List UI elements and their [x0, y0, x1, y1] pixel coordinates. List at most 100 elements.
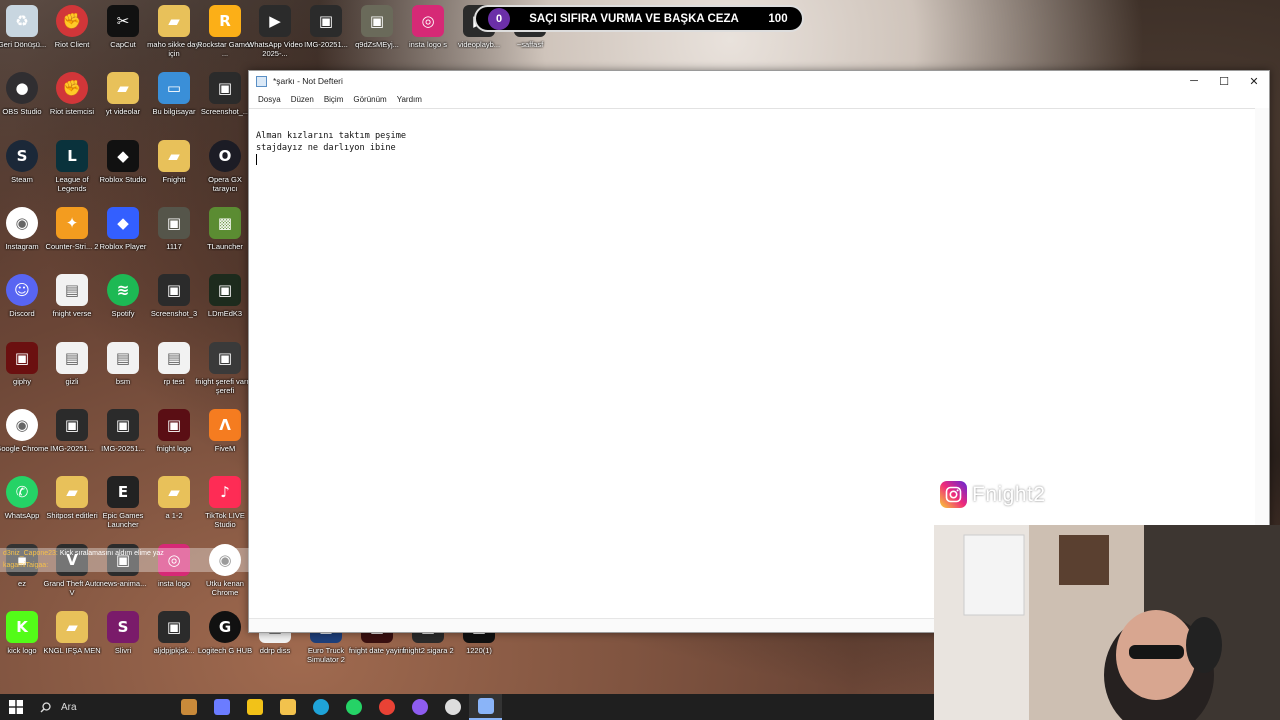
desktop-icon[interactable]: ▣ 1117 [148, 207, 200, 273]
desktop-icon[interactable]: ▶ WhatsApp Video 2025-... [247, 5, 303, 71]
notepad-titlebar[interactable]: *şarkı - Not Defteri ─ ☐ ✕ [249, 71, 1269, 91]
desktop-icon[interactable]: ▰ maho sikke dayi için [147, 5, 201, 71]
desktop-icon[interactable]: ◉ Google Chrome [0, 409, 48, 475]
kick-icon: K [6, 611, 38, 643]
desktop-icon[interactable]: ▣ fnight logo [148, 409, 200, 475]
computer-icon: ▭ [158, 72, 190, 104]
desktop-icon[interactable]: L League of Legends [46, 140, 98, 206]
desktop-icon[interactable]: ✂ CapCut [97, 5, 149, 71]
image-icon: ▣ [310, 5, 342, 37]
folder-icon: ▰ [107, 72, 139, 104]
start-button[interactable] [0, 694, 32, 720]
chrome-icon [378, 699, 395, 715]
chrome-icon: ◉ [6, 409, 38, 441]
desktop-icon[interactable]: ▣ q9dZsMEyj... [351, 5, 403, 71]
taskbar-app-button[interactable] [238, 694, 271, 720]
desktop-icon[interactable]: ▣ aljdpjpkjsk... [148, 611, 200, 677]
taskbar-app-button[interactable] [271, 694, 304, 720]
desktop-icon[interactable]: ▤ rp test [148, 342, 200, 408]
instagram-handle: Fnight2 [972, 482, 1046, 506]
desktop-icon[interactable]: ▣ Screenshot_3 [148, 274, 200, 340]
obs-icon [444, 699, 461, 715]
taskbar-app-button[interactable] [205, 694, 238, 720]
desktop-icon-label: Utku kenan Chrome [206, 579, 244, 597]
desktop-icon[interactable]: Λ FiveM [199, 409, 251, 475]
folder-icon: ▰ [158, 5, 190, 37]
minimize-button[interactable]: ─ [1179, 71, 1209, 91]
menu-file[interactable]: Dosya [253, 95, 286, 104]
desktop-icon[interactable]: ≋ Spotify [97, 274, 149, 340]
desktop-icon[interactable]: ▤ fnight verse [46, 274, 98, 340]
image-icon: ▣ [158, 274, 190, 306]
desktop-icon[interactable]: ● OBS Studio [0, 72, 48, 138]
maximize-button[interactable]: ☐ [1209, 71, 1239, 91]
taskbar-app-button[interactable] [370, 694, 403, 720]
taskbar-app-button[interactable] [403, 694, 436, 720]
menu-format[interactable]: Biçim [319, 95, 349, 104]
desktop-icon[interactable]: ✦ Counter-Stri... 2 [46, 207, 98, 273]
desktop-icon[interactable]: ☺ Discord [0, 274, 48, 340]
desktop-icon-label: TikTok LIVE Studio [205, 511, 245, 529]
text-line: stajdayız ne darlıyon ibine [256, 143, 396, 153]
desktop-icon[interactable]: ✊ Riot Client [46, 5, 98, 71]
desktop-icon[interactable]: ▣ fnight şerefi varmı şerefi [195, 342, 255, 408]
whatsapp-icon [345, 699, 362, 715]
lol-icon: L [56, 140, 88, 172]
desktop-icon[interactable]: ▰ Fnightt [148, 140, 200, 206]
desktop-icon[interactable]: R Rockstar Games ... [197, 5, 253, 71]
desktop-icon[interactable]: ◆ Roblox Studio [97, 140, 149, 206]
desktop-icon[interactable]: ♻ Geri Dönüşü... [0, 5, 48, 71]
desktop-icon[interactable]: ▤ bsm [97, 342, 149, 408]
desktop-icon[interactable]: ◉ Instagram [0, 207, 48, 273]
desktop-icon[interactable]: O Opera GX tarayıcı [199, 140, 251, 206]
image-icon: ▣ [158, 409, 190, 441]
taskbar-app-button[interactable] [337, 694, 370, 720]
close-button[interactable]: ✕ [1239, 71, 1269, 91]
menu-view[interactable]: Görünüm [348, 95, 391, 104]
desktop-icon[interactable]: S Steam [0, 140, 48, 206]
roblox-icon: ◆ [107, 207, 139, 239]
desktop-icon[interactable]: ▰ KNGL IFŞA MEN [43, 611, 101, 677]
desktop-icon[interactable]: ▩ TLauncher [199, 207, 251, 273]
desktop-icon[interactable]: ✊ Riot istemcisi [46, 72, 98, 138]
desktop-icon[interactable]: ♪ TikTok LIVE Studio [199, 476, 251, 542]
desktop-icon[interactable]: ▭ Bu bilgisayar [148, 72, 200, 138]
desktop-icon[interactable]: ▣ IMG-20251... [46, 409, 98, 475]
menu-edit[interactable]: Düzen [286, 95, 319, 104]
widgets-icon [180, 699, 197, 715]
riot-icon: ✊ [56, 72, 88, 104]
desktop-icon[interactable]: ▣ giphy [0, 342, 48, 408]
taskbar-app-button[interactable] [304, 694, 337, 720]
instagram-icon [940, 481, 967, 508]
epic-icon: E [107, 476, 139, 508]
desktop-icon[interactable]: ◎ insta logo s [402, 5, 454, 71]
desktop-icon[interactable]: S Slivri [97, 611, 149, 677]
desktop-icon[interactable]: ◆ Roblox Player [97, 207, 149, 273]
desktop-icon[interactable]: ▣ LDmEdK3 [199, 274, 251, 340]
taskbar: Ara [0, 694, 934, 720]
notepad-icon [477, 698, 494, 714]
recycle-bin-icon: ♻ [6, 5, 38, 37]
webcam-scene [934, 525, 1280, 720]
desktop-icon[interactable]: ▰ a 1-2 [148, 476, 200, 542]
desktop-icon[interactable]: ▤ gizli [46, 342, 98, 408]
desktop-icon[interactable]: Kkick logo [0, 611, 48, 677]
taskbar-app-button[interactable] [172, 694, 205, 720]
taskbar-app-button[interactable] [436, 694, 469, 720]
desktop-icon[interactable]: E Epic Games Launcher [97, 476, 149, 542]
taskbar-app-button[interactable] [469, 694, 502, 720]
image-icon: ▣ [209, 342, 241, 374]
desktop-icon[interactable]: ✆ WhatsApp [0, 476, 48, 542]
image-icon: ▣ [209, 274, 241, 306]
window-title: *şarkı - Not Defteri [273, 76, 343, 86]
whatsapp-icon: ✆ [6, 476, 38, 508]
desktop-icon[interactable]: ▰ Shitpost editleri [46, 476, 98, 542]
taskbar-search[interactable]: Ara [32, 694, 172, 720]
desktop-icon[interactable]: G Logitech G HUB [198, 611, 252, 677]
copilot-icon [213, 699, 230, 715]
desktop-icon[interactable]: ▣ Screenshot_... [199, 72, 251, 138]
desktop-icon[interactable]: ▣ IMG-20251... [300, 5, 352, 71]
desktop-icon[interactable]: ▣ IMG-20251... [97, 409, 149, 475]
menu-help[interactable]: Yardım [392, 95, 427, 104]
desktop-icon[interactable]: ▰ yt videolar [97, 72, 149, 138]
